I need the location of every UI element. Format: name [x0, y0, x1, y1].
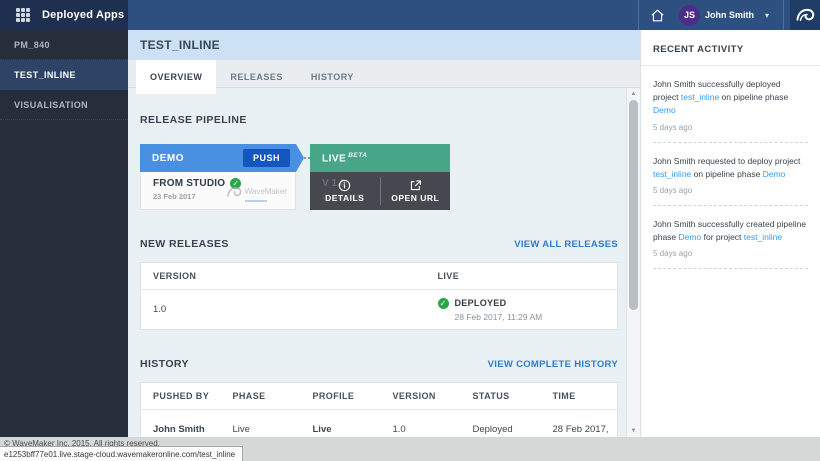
release-version-cell: 1.0	[141, 290, 426, 330]
page-title: TEST_INLINE	[128, 30, 640, 60]
beta-badge: BETA	[348, 152, 367, 159]
wavemaker-watermark-text: WaveMaker	[245, 187, 287, 196]
live-phase-header: LIVEBETA	[310, 144, 450, 172]
topbar-divider	[783, 0, 784, 30]
apps-grid-icon[interactable]	[16, 8, 30, 22]
activity-time: 5 days ago	[653, 249, 808, 258]
deployed-check-icon: ✓	[438, 298, 449, 309]
projects-sidebar: PM_840 TEST_INLINE VISUALISATION	[0, 30, 128, 437]
sidebar-item-test-inline[interactable]: TEST_INLINE	[0, 60, 128, 90]
sidebar-item-pm-840[interactable]: PM_840	[0, 30, 128, 60]
chevron-down-icon: ▾	[765, 11, 769, 20]
activity-phase-link[interactable]: Demo	[679, 232, 702, 242]
tab-bar: OVERVIEW RELEASES HISTORY	[128, 60, 640, 88]
activity-time: 5 days ago	[653, 186, 808, 195]
activity-phase-link[interactable]: Demo	[653, 105, 676, 115]
details-button[interactable]: DETAILS	[310, 172, 380, 210]
top-navbar: Deployed Apps JS John Smith ▾	[0, 0, 820, 30]
wavemaker-watermark-icon	[226, 184, 242, 200]
activity-project-link[interactable]: test_inline	[744, 232, 782, 242]
main-panel: TEST_INLINE OVERVIEW RELEASES HISTORY RE…	[128, 30, 640, 437]
app-title: Deployed Apps	[42, 9, 124, 21]
release-live-cell: ✓ DEPLOYED 28 Feb 2017, 11:29 AM	[426, 290, 618, 330]
activity-phase-link[interactable]: Demo	[763, 169, 786, 179]
recent-activity-panel: RECENT ACTIVITY John Smith successfully …	[640, 30, 820, 437]
open-url-button[interactable]: OPEN URL	[381, 172, 451, 210]
recent-activity-heading: RECENT ACTIVITY	[641, 30, 820, 66]
sidebar-item-visualisation[interactable]: VISUALISATION	[0, 90, 128, 120]
activity-text: John Smith successfully deployed project…	[653, 78, 808, 118]
activity-separator	[653, 268, 808, 269]
topbar-actions: JS John Smith ▾	[128, 0, 820, 30]
info-icon	[338, 179, 351, 192]
column-header-version: VERSION	[381, 383, 461, 410]
pipeline-card-demo: DEMO PUSH FROM STUDIO ✓ 23 Feb 2017	[140, 144, 296, 210]
live-hover-overlay: DETAILS OPEN URL	[310, 172, 450, 210]
release-pipeline: DEMO PUSH FROM STUDIO ✓ 23 Feb 2017	[140, 144, 618, 210]
column-header-profile: PROFILE	[301, 383, 381, 410]
tab-history[interactable]: HISTORY	[297, 60, 368, 94]
pipeline-card-live: LIVEBETA V 1.0 28 Feb 2017 DETAILS	[310, 144, 450, 210]
activity-time: 5 days ago	[653, 123, 808, 132]
push-button[interactable]: PUSH	[243, 149, 290, 167]
overview-content: RELEASE PIPELINE DEMO PUSH FROM STUDIO ✓…	[128, 88, 626, 437]
activity-project-link[interactable]: test_inline	[653, 169, 691, 179]
deployed-time: 28 Feb 2017, 11:29 AM	[455, 312, 543, 322]
history-pushed-by-cell: John Smith	[141, 410, 221, 438]
topbar-divider	[638, 0, 639, 30]
new-releases-table: VERSION LIVE 1.0 ✓ DEPLOYED 28 Feb 2017	[140, 262, 618, 330]
activity-project-link[interactable]: test_inline	[681, 92, 719, 102]
column-header-pushed-by: PUSHED BY	[141, 383, 221, 410]
history-status-cell: Deployed	[461, 410, 541, 438]
scroll-down-arrow[interactable]: ▼	[627, 425, 640, 437]
demo-phase-header: DEMO PUSH	[140, 144, 296, 172]
scrollbar-thumb[interactable]	[629, 100, 638, 310]
new-releases-heading: NEW RELEASES	[140, 238, 229, 250]
history-row: John Smith Live Live 1.0 Deployed 28 Feb…	[141, 410, 618, 438]
release-row: 1.0 ✓ DEPLOYED 28 Feb 2017, 11:29 AM	[141, 290, 618, 330]
from-studio-label: FROM STUDIO	[153, 178, 225, 189]
history-phase-cell: Live	[221, 410, 301, 438]
view-complete-history-link[interactable]: VIEW COMPLETE HISTORY	[488, 359, 618, 370]
demo-phase-label: DEMO	[152, 153, 184, 164]
live-phase-label: LIVEBETA	[322, 152, 367, 164]
tab-releases[interactable]: RELEASES	[216, 60, 297, 94]
activity-item: John Smith successfully deployed project…	[641, 66, 820, 142]
column-header-phase: PHASE	[221, 383, 301, 410]
status-url-text: e1253bff77e01.live.stage-cloud.wavemaker…	[0, 450, 235, 459]
demo-phase-body: FROM STUDIO ✓ 23 Feb 2017 WaveMaker	[140, 172, 296, 210]
wavemaker-logo-icon	[790, 0, 820, 30]
wavemaker-watermark: WaveMaker	[226, 181, 287, 202]
deployed-status: DEPLOYED	[455, 298, 507, 308]
user-name: John Smith	[705, 10, 754, 20]
deployed-apps-window: Deployed Apps JS John Smith ▾ PM_840 T	[0, 0, 820, 461]
activity-text: John Smith successfully created pipeline…	[653, 218, 808, 244]
view-all-releases-link[interactable]: VIEW ALL RELEASES	[514, 239, 618, 250]
main-vertical-scrollbar[interactable]: ▲ ▼	[626, 88, 640, 437]
column-header-status: STATUS	[461, 383, 541, 410]
history-heading: HISTORY	[140, 358, 189, 370]
history-table: PUSHED BY PHASE PROFILE VERSION STATUS T…	[140, 382, 618, 437]
tab-overview[interactable]: OVERVIEW	[136, 60, 216, 94]
app-brand: Deployed Apps	[0, 0, 128, 30]
column-header-time: TIME	[541, 383, 618, 410]
avatar: JS	[679, 5, 700, 26]
history-version-cell: 1.0	[381, 410, 461, 438]
status-url-tooltip: e1253bff77e01.live.stage-cloud.wavemaker…	[0, 446, 243, 461]
open-external-icon	[409, 179, 422, 192]
scroll-up-arrow[interactable]: ▲	[627, 88, 640, 100]
release-pipeline-heading: RELEASE PIPELINE	[140, 114, 618, 126]
history-profile-link[interactable]: Live	[301, 410, 381, 438]
activity-item: John Smith successfully created pipeline…	[641, 206, 820, 268]
user-menu[interactable]: JS John Smith ▾	[671, 5, 777, 26]
column-header-live: LIVE	[426, 263, 618, 290]
history-time-cell: 28 Feb 2017,	[541, 410, 618, 438]
live-phase-body: V 1.0 28 Feb 2017 DETAILS OPEN URL	[310, 172, 450, 210]
column-header-version: VERSION	[141, 263, 426, 290]
activity-item: John Smith requested to deploy project t…	[641, 143, 820, 205]
wavemaker-watermark-subline	[245, 200, 267, 202]
home-icon[interactable]	[645, 0, 671, 30]
activity-text: John Smith requested to deploy project t…	[653, 155, 808, 181]
